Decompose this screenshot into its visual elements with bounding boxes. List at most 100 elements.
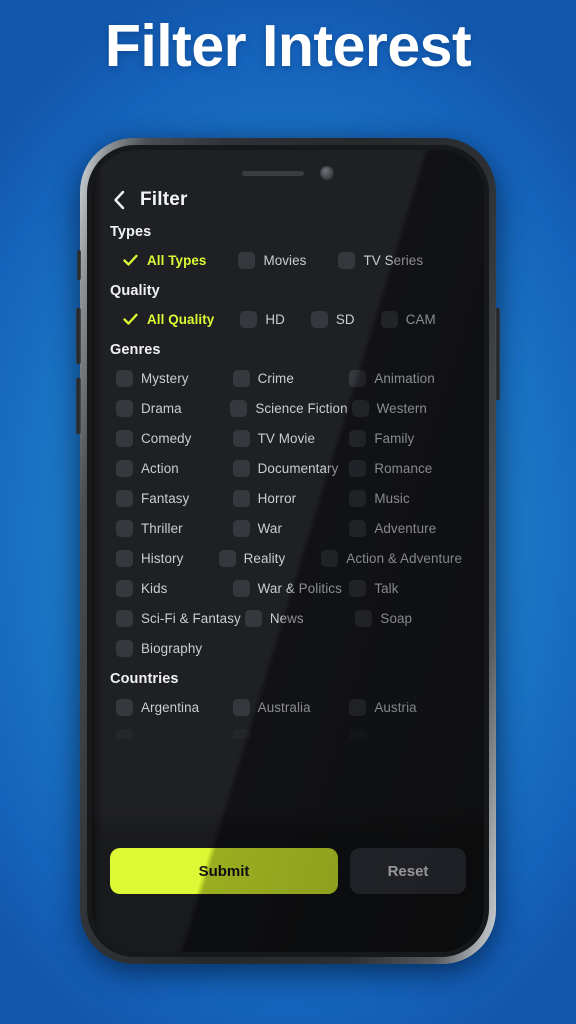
option-drama[interactable]: Drama — [116, 400, 230, 417]
option-australia[interactable]: Australia — [232, 699, 350, 716]
checkbox-unchecked-icon[interactable] — [232, 520, 250, 537]
section-heading-types: Types — [110, 224, 152, 240]
checkbox-unchecked-icon[interactable] — [355, 610, 373, 627]
checkbox-unchecked-icon[interactable] — [244, 610, 262, 627]
option-news[interactable]: News — [244, 610, 356, 627]
checkbox-unchecked-icon[interactable] — [349, 699, 367, 716]
option-war[interactable]: War — [232, 520, 350, 537]
option-label: News — [269, 611, 304, 626]
option-all-quality[interactable]: All Quality — [122, 311, 214, 328]
checkbox-unchecked-icon[interactable] — [349, 580, 367, 597]
option-comedy[interactable]: Comedy — [116, 430, 233, 447]
checkbox-unchecked-icon[interactable] — [321, 550, 339, 567]
option-label: Movies — [263, 253, 307, 268]
checkbox-unchecked-icon[interactable] — [232, 370, 250, 387]
option-soap[interactable]: Soap — [355, 610, 466, 627]
checkbox-unchecked-icon[interactable] — [218, 550, 236, 567]
checkbox-unchecked-icon[interactable] — [338, 252, 356, 269]
option-war-and-politics[interactable]: War & Politics — [232, 580, 350, 597]
option-label: Adventure — [374, 521, 437, 536]
volume-up-button[interactable] — [76, 308, 81, 364]
checkbox-unchecked-icon[interactable] — [238, 252, 256, 269]
option-label: Australia — [257, 700, 311, 715]
option-label: TV Movie — [257, 431, 316, 446]
checkbox-unchecked-icon[interactable] — [116, 640, 133, 657]
option-clipped[interactable] — [349, 729, 466, 739]
option-argentina[interactable]: Argentina — [116, 699, 233, 716]
option-label: Mystery — [141, 371, 189, 386]
option-thriller[interactable]: Thriller — [116, 520, 233, 537]
checkbox-unchecked-icon[interactable] — [349, 520, 367, 537]
checkbox-unchecked-icon[interactable] — [232, 460, 250, 477]
option-fantasy[interactable]: Fantasy — [116, 490, 233, 507]
chevron-left-icon[interactable] — [110, 189, 128, 211]
speaker-grille-icon — [242, 170, 304, 176]
checkbox-unchecked-icon[interactable] — [349, 430, 367, 447]
option-family[interactable]: Family — [349, 430, 466, 447]
checkbox-unchecked-icon[interactable] — [116, 520, 133, 537]
country-row-clipped — [116, 729, 466, 739]
option-hd[interactable]: HD — [240, 311, 285, 328]
checkbox-unchecked-icon[interactable] — [349, 460, 367, 477]
option-tv-series[interactable]: TV Series — [338, 252, 423, 269]
checkbox-unchecked-icon[interactable] — [349, 370, 367, 387]
checkbox-unchecked-icon[interactable] — [310, 311, 328, 328]
option-action-and-adventure[interactable]: Action & Adventure — [321, 550, 466, 567]
checkbox-unchecked-icon[interactable] — [116, 430, 133, 447]
option-mystery[interactable]: Mystery — [116, 370, 233, 387]
checkbox-unchecked-icon[interactable] — [349, 490, 367, 507]
option-label: HD — [265, 312, 285, 327]
option-label: Documentary — [257, 461, 339, 476]
option-western[interactable]: Western — [351, 400, 466, 417]
checkbox-unchecked-icon[interactable] — [232, 699, 250, 716]
silent-switch-button[interactable] — [77, 250, 81, 280]
option-label: Crime — [257, 371, 294, 386]
option-clipped[interactable] — [116, 729, 233, 739]
option-science-fiction[interactable]: Science Fiction — [230, 400, 351, 417]
option-action[interactable]: Action — [116, 460, 233, 477]
checkbox-unchecked-icon[interactable] — [116, 699, 133, 716]
checkbox-unchecked-icon[interactable] — [380, 311, 398, 328]
power-button[interactable] — [495, 308, 500, 400]
checkbox-unchecked-icon[interactable] — [116, 550, 133, 567]
option-cam[interactable]: CAM — [380, 311, 436, 328]
option-movies[interactable]: Movies — [238, 252, 306, 269]
checkbox-unchecked-icon[interactable] — [232, 430, 250, 447]
checkbox-unchecked-icon[interactable] — [116, 729, 133, 739]
option-sd[interactable]: SD — [310, 311, 355, 328]
checkbox-unchecked-icon[interactable] — [116, 460, 133, 477]
option-documentary[interactable]: Documentary — [232, 460, 350, 477]
checkbox-unchecked-icon[interactable] — [230, 400, 248, 417]
option-clipped[interactable] — [232, 729, 350, 739]
checkbox-unchecked-icon[interactable] — [116, 370, 133, 387]
checkbox-unchecked-icon[interactable] — [116, 580, 133, 597]
option-reality[interactable]: Reality — [218, 550, 322, 567]
checkbox-unchecked-icon[interactable] — [232, 729, 250, 739]
submit-button[interactable]: Submit — [110, 848, 338, 894]
checkbox-unchecked-icon[interactable] — [116, 400, 133, 417]
reset-button[interactable]: Reset — [350, 848, 466, 894]
option-crime[interactable]: Crime — [232, 370, 350, 387]
option-all-types[interactable]: All Types — [122, 252, 206, 269]
option-biography[interactable]: Biography — [116, 640, 233, 657]
quality-option-row: All Quality HD SD CAM — [110, 311, 466, 328]
option-adventure[interactable]: Adventure — [349, 520, 466, 537]
option-talk[interactable]: Talk — [349, 580, 466, 597]
option-animation[interactable]: Animation — [349, 370, 466, 387]
option-tv-movie[interactable]: TV Movie — [232, 430, 350, 447]
checkbox-unchecked-icon[interactable] — [232, 490, 250, 507]
option-history[interactable]: History — [116, 550, 219, 567]
option-romance[interactable]: Romance — [349, 460, 466, 477]
option-austria[interactable]: Austria — [349, 699, 466, 716]
checkbox-unchecked-icon[interactable] — [116, 610, 133, 627]
option-music[interactable]: Music — [349, 490, 466, 507]
volume-down-button[interactable] — [76, 378, 81, 434]
checkbox-unchecked-icon[interactable] — [240, 311, 258, 328]
checkbox-unchecked-icon[interactable] — [232, 580, 250, 597]
checkbox-unchecked-icon[interactable] — [351, 400, 369, 417]
checkbox-unchecked-icon[interactable] — [116, 490, 133, 507]
option-kids[interactable]: Kids — [116, 580, 233, 597]
checkbox-unchecked-icon[interactable] — [349, 729, 367, 739]
option-horror[interactable]: Horror — [232, 490, 350, 507]
option-sci-fi-and-fantasy[interactable]: Sci-Fi & Fantasy — [116, 610, 245, 627]
